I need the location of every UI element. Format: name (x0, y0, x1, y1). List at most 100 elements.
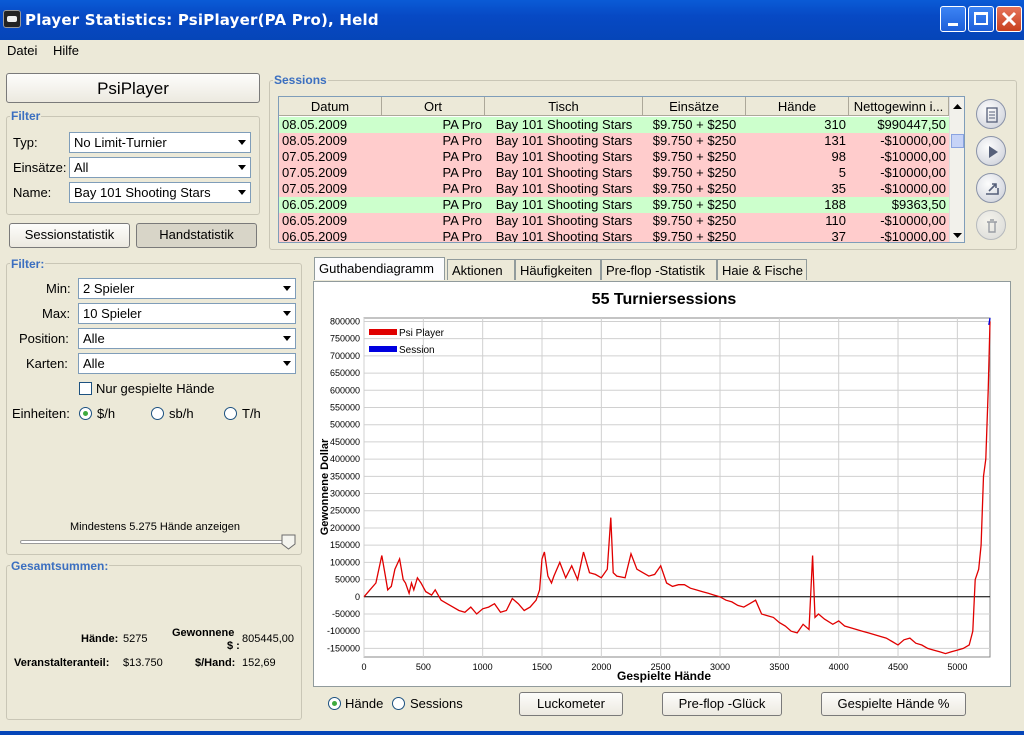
einsaetze-select[interactable]: All (69, 157, 251, 178)
haende-total-label: Hände: (81, 633, 119, 645)
maximize-button[interactable] (968, 6, 994, 32)
table-row[interactable]: 08.05.2009 PA Pro Bay 101 Shooting Stars $9… (279, 117, 949, 133)
preflop-glueck-button[interactable]: Pre-flop -Glück (662, 692, 782, 716)
table-cell-einsaetze: $9.750 + $250 (652, 197, 737, 212)
x-tick-label: 5000 (947, 662, 967, 672)
table-cell-einsaetze: $9.750 + $250 (652, 165, 737, 180)
tab-aktionen[interactable]: Aktionen (447, 259, 515, 280)
y-tick-label: 750000 (330, 334, 360, 344)
table-cell-netto: -$10000,00 (880, 149, 946, 164)
table-row[interactable]: 06.05.2009 PA Pro Bay 101 Shooting Stars $9… (279, 229, 949, 243)
veranstalter-value: $13.750 (123, 657, 163, 669)
handstatistik-button[interactable]: Handstatistik (136, 223, 257, 248)
unit-t-radio[interactable] (224, 407, 237, 420)
max-select[interactable]: 10 Spieler (78, 303, 296, 324)
scroll-down-icon[interactable] (952, 229, 963, 242)
typ-select-value: No Limit-Turnier (74, 135, 167, 150)
balance-chart: 55 Turniersessions -150000 -100000 -50000 0… (319, 291, 991, 683)
hands-slider-track[interactable] (20, 540, 290, 544)
tab-preflop-statistik[interactable]: Pre-flop -Statistik (601, 259, 717, 280)
trash-icon[interactable] (976, 210, 1006, 240)
gespielte-haende-button[interactable]: Gespielte Hände % (821, 692, 966, 716)
radio-haende[interactable] (328, 697, 341, 710)
y-tick-label: 600000 (330, 385, 360, 395)
title-bar: Player Statistics: PsiPlayer(PA Pro), He… (0, 0, 1024, 40)
only-played-label: Nur gespielte Hände (96, 381, 215, 396)
tab-guthabendiagramm[interactable]: Guthabendiagramm (314, 257, 445, 280)
table-row[interactable]: 06.05.2009 PA Pro Bay 101 Shooting Stars $9… (279, 197, 949, 213)
table-cell-haende: 5 (838, 165, 846, 180)
unit-dollar-radio[interactable] (79, 407, 92, 420)
max-label: Max: (42, 306, 71, 321)
min-select[interactable]: 2 Spieler (78, 278, 296, 299)
table-row[interactable]: 07.05.2009 PA Pro Bay 101 Shooting Stars $9… (279, 165, 949, 181)
table-cell-ort: PA Pro (442, 181, 482, 196)
typ-select[interactable]: No Limit-Turnier (69, 132, 251, 153)
table-scrollbar[interactable] (949, 97, 964, 242)
chevron-down-icon (238, 165, 246, 170)
window-title: Player Statistics: PsiPlayer(PA Pro), He… (25, 11, 379, 29)
x-tick-label: 4500 (888, 662, 908, 672)
table-cell-netto: -$10000,00 (880, 229, 946, 243)
column-header-datum[interactable]: Datum (279, 97, 382, 116)
radio-sessions[interactable] (392, 697, 405, 710)
y-tick-label: 400000 (330, 454, 360, 464)
y-tick-label: 650000 (330, 368, 360, 378)
player-name-button[interactable]: PsiPlayer (6, 73, 260, 103)
karten-select[interactable]: Alle (78, 353, 296, 374)
column-header-ort[interactable]: Ort (382, 97, 485, 116)
table-cell-date: 08.05.2009 (282, 133, 348, 148)
table-cell-netto: -$10000,00 (880, 181, 946, 196)
unit-t-label: T/h (242, 406, 261, 421)
chevron-down-icon (283, 311, 291, 316)
menu-hilfe[interactable]: Hilfe (53, 43, 79, 58)
hands-slider-handle[interactable] (281, 534, 296, 550)
table-row[interactable]: 07.05.2009 PA Pro Bay 101 Shooting Stars $9… (279, 181, 949, 197)
table-cell-ort: PA Pro (442, 165, 482, 180)
y-tick-label: -100000 (327, 626, 360, 636)
y-tick-label: 500000 (330, 420, 360, 430)
table-cell-ort: PA Pro (442, 213, 482, 228)
scroll-up-icon[interactable] (952, 99, 963, 114)
scroll-thumb[interactable] (951, 134, 964, 148)
legend-swatch-psiplayer (369, 329, 397, 335)
table-cell-date: 06.05.2009 (282, 229, 348, 243)
table-row[interactable]: 06.05.2009 PA Pro Bay 101 Shooting Stars $9… (279, 213, 949, 229)
table-row[interactable]: 07.05.2009 PA Pro Bay 101 Shooting Stars $9… (279, 149, 949, 165)
minimize-button[interactable] (940, 6, 966, 32)
filter-top-title: Filter (10, 109, 42, 123)
legend-label-session: Session (399, 345, 435, 356)
per-hand-value: 152,69 (242, 657, 276, 669)
luckometer-button[interactable]: Luckometer (519, 692, 623, 716)
table-cell-haende: 188 (824, 197, 846, 212)
table-cell-netto: $9363,50 (891, 197, 946, 212)
column-header-nettogewinn[interactable]: Nettogewinn i... (849, 97, 949, 116)
gewonnene-value: 805445,00 (242, 633, 294, 645)
tab-haeufigkeiten[interactable]: Häufigkeiten (515, 259, 601, 280)
column-header-haende[interactable]: Hände (746, 97, 849, 116)
column-header-einsaetze[interactable]: Einsätze (643, 97, 746, 116)
list-icon[interactable] (976, 99, 1006, 129)
table-cell-netto: -$10000,00 (880, 213, 946, 228)
karten-select-value: Alle (83, 356, 105, 371)
export-icon[interactable] (976, 173, 1006, 203)
einsaetze-select-value: All (74, 160, 89, 175)
chevron-down-icon (283, 336, 291, 341)
sessionstatistik-button[interactable]: Sessionstatistik (9, 223, 130, 248)
unit-sb-radio[interactable] (151, 407, 164, 420)
y-tick-label: 300000 (330, 489, 360, 499)
column-header-tisch[interactable]: Tisch (485, 97, 643, 116)
table-cell-einsaetze: $9.750 + $250 (652, 213, 737, 228)
tab-haie-fische[interactable]: Haie & Fische (717, 259, 807, 280)
table-row[interactable]: 08.05.2009 PA Pro Bay 101 Shooting Stars $9… (279, 133, 949, 149)
table-cell-tisch: Bay 101 Shooting Stars (495, 197, 633, 212)
chevron-down-icon (238, 190, 246, 195)
close-button[interactable] (996, 6, 1022, 32)
maximize-icon (974, 12, 988, 25)
chart-grid (363, 317, 991, 658)
name-select[interactable]: Bay 101 Shooting Stars (69, 182, 251, 203)
play-icon[interactable] (976, 136, 1006, 166)
position-select[interactable]: Alle (78, 328, 296, 349)
menu-datei[interactable]: Datei (7, 43, 37, 58)
only-played-checkbox[interactable] (79, 382, 92, 395)
